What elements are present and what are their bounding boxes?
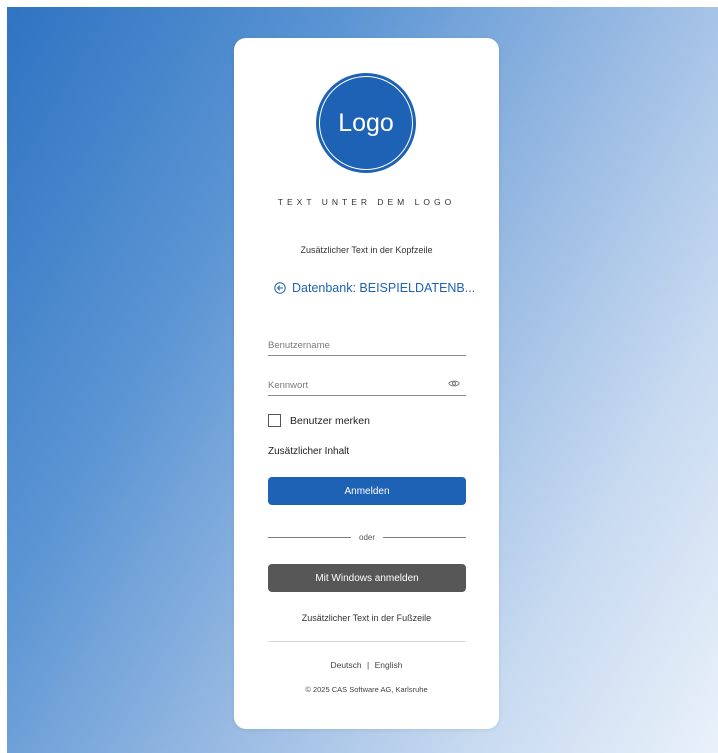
- header-extra-text: Zusätzlicher Text in der Kopfzeile: [300, 245, 433, 255]
- password-input[interactable]: [268, 376, 448, 395]
- username-field-wrapper: [268, 335, 466, 356]
- copyright-text: © 2025 CAS Software AG, Karlsruhe: [305, 685, 428, 694]
- logo: Logo: [316, 73, 416, 173]
- extra-content-text: Zusätzlicher Inhalt: [268, 446, 350, 457]
- remember-user-label[interactable]: Benutzer merken: [290, 415, 370, 427]
- windows-login-button[interactable]: Mit Windows anmelden: [268, 564, 466, 592]
- remember-user-checkbox[interactable]: [268, 414, 281, 427]
- password-field-wrapper: [268, 375, 466, 396]
- language-link-deutsch[interactable]: Deutsch: [330, 660, 361, 670]
- database-selector[interactable]: Datenbank: BEISPIELDATENB...: [274, 281, 475, 295]
- footer-separator: [268, 641, 466, 642]
- remember-user-row[interactable]: Benutzer merken: [268, 414, 370, 427]
- language-separator: |: [367, 660, 370, 670]
- logo-text: Logo: [338, 108, 394, 137]
- footer-extra-text: Zusätzlicher Text in der Fußzeile: [301, 613, 432, 623]
- username-input[interactable]: [268, 336, 448, 355]
- database-label: Datenbank: BEISPIELDATENB...: [292, 281, 476, 295]
- language-link-english[interactable]: English: [375, 660, 403, 670]
- eye-icon[interactable]: [448, 379, 460, 388]
- text-under-logo: TEXT UNTER DEM LOGO: [277, 197, 456, 207]
- or-label: oder: [359, 533, 376, 542]
- language-switcher: Deutsch | English: [234, 660, 499, 670]
- login-card: Logo TEXT UNTER DEM LOGO Zusätzlicher Te…: [234, 38, 499, 729]
- or-divider: oder: [268, 533, 467, 542]
- divider-line-right: [383, 537, 467, 538]
- login-button[interactable]: Anmelden: [268, 477, 466, 505]
- arrow-left-circle-icon: [274, 282, 286, 294]
- divider-line-left: [268, 537, 351, 538]
